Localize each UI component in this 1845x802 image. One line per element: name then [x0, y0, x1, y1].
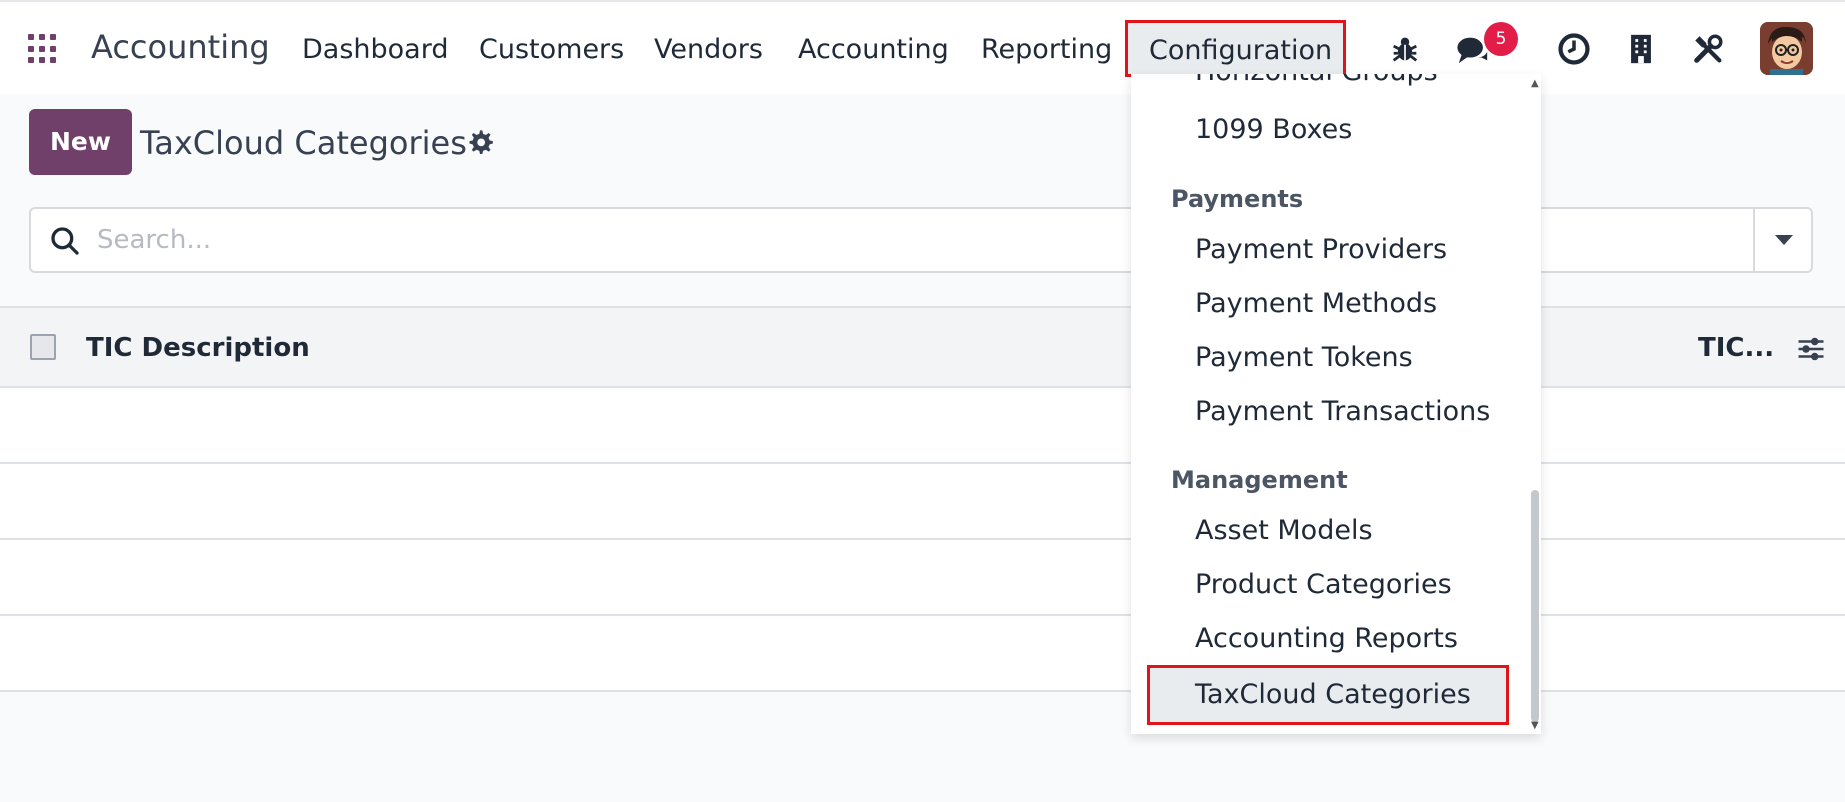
list-header: TIC Description TIC...	[0, 306, 1845, 388]
menu-item-taxcloud-categories[interactable]: TaxCloud Categories	[1147, 665, 1509, 725]
company-building-icon[interactable]	[1624, 32, 1658, 66]
configuration-dropdown-menu: Horizontal Groups 1099 Boxes Payments Pa…	[1131, 74, 1541, 734]
menu-item-accounting-reports[interactable]: Accounting Reports	[1195, 623, 1458, 654]
scroll-up-arrow-icon[interactable]: ▲	[1531, 78, 1539, 89]
column-header-tic[interactable]: TIC...	[1698, 333, 1774, 363]
menu-item-horizontal-groups[interactable]: Horizontal Groups	[1195, 74, 1438, 87]
select-all-checkbox[interactable]	[30, 334, 56, 360]
tools-settings-icon[interactable]	[1691, 32, 1725, 66]
nav-reporting[interactable]: Reporting	[981, 34, 1112, 65]
debug-bug-icon[interactable]	[1388, 32, 1422, 66]
search-options-toggle[interactable]	[1753, 209, 1811, 271]
activity-clock-icon[interactable]	[1557, 32, 1591, 66]
app-name[interactable]: Accounting	[91, 28, 270, 66]
scroll-down-arrow-icon[interactable]: ▼	[1531, 720, 1539, 731]
table-row	[0, 540, 1845, 616]
menu-section-payments: Payments	[1171, 185, 1304, 213]
messages-count-badge: 5	[1484, 22, 1518, 56]
user-avatar[interactable]	[1760, 22, 1813, 75]
nav-vendors[interactable]: Vendors	[654, 34, 763, 65]
nav-customers[interactable]: Customers	[479, 34, 624, 65]
table-row	[0, 464, 1845, 540]
menu-item-product-categories[interactable]: Product Categories	[1195, 569, 1452, 600]
nav-configuration[interactable]: Configuration	[1125, 20, 1346, 77]
search-bar	[29, 207, 1813, 273]
menu-section-management: Management	[1171, 466, 1348, 494]
nav-configuration-label: Configuration	[1149, 35, 1333, 66]
optional-columns-icon[interactable]	[1796, 334, 1826, 364]
dropdown-scroll-thumb[interactable]	[1531, 490, 1539, 722]
table-row	[0, 616, 1845, 692]
top-navbar: Accounting Dashboard Customers Vendors A…	[0, 0, 1845, 94]
table-row	[0, 388, 1845, 464]
menu-item-payment-transactions[interactable]: Payment Transactions	[1195, 396, 1490, 427]
page-title[interactable]: TaxCloud Categories	[140, 124, 467, 162]
menu-item-payment-providers[interactable]: Payment Providers	[1195, 234, 1447, 265]
menu-item-payment-methods[interactable]: Payment Methods	[1195, 288, 1437, 319]
new-button[interactable]: New	[29, 109, 132, 175]
menu-item-1099-boxes[interactable]: 1099 Boxes	[1195, 114, 1352, 145]
menu-item-payment-tokens[interactable]: Payment Tokens	[1195, 342, 1413, 373]
column-header-tic-description[interactable]: TIC Description	[86, 333, 310, 363]
nav-dashboard[interactable]: Dashboard	[302, 34, 448, 65]
menu-item-taxcloud-categories-label: TaxCloud Categories	[1195, 679, 1471, 710]
search-input[interactable]	[97, 221, 997, 259]
search-icon	[51, 227, 79, 255]
menu-item-asset-models[interactable]: Asset Models	[1195, 515, 1373, 546]
nav-accounting[interactable]: Accounting	[798, 34, 949, 65]
apps-menu-icon[interactable]	[28, 34, 58, 64]
gear-icon[interactable]	[466, 128, 494, 156]
